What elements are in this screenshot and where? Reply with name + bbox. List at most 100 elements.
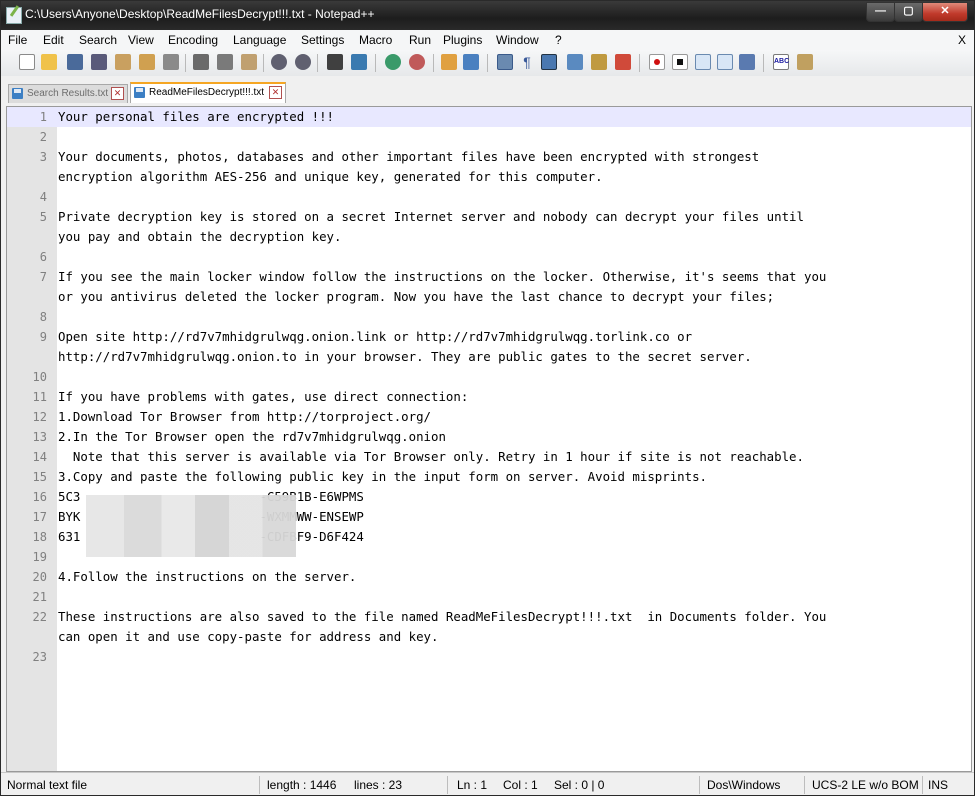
editor-line[interactable]: 12 1.Download Tor Browser from http://tor… <box>7 407 971 427</box>
replace-icon[interactable] <box>351 54 367 70</box>
line-number: 19 <box>32 550 47 564</box>
show-all-chars-icon[interactable]: ¶ <box>519 54 535 70</box>
editor-line[interactable]: 11 If you have problems with gates, use d… <box>7 387 971 407</box>
line-number: 13 <box>32 430 47 444</box>
notepadpp-window: C:\Users\Anyone\Desktop\ReadMeFilesDecry… <box>0 0 975 796</box>
minimize-button[interactable]: — <box>866 2 895 22</box>
sync-horizontal-icon[interactable] <box>463 54 479 70</box>
open-file-icon[interactable] <box>41 54 57 70</box>
editor-line[interactable]: 2 <box>7 127 971 147</box>
new-file-icon[interactable] <box>19 54 35 70</box>
copy-icon[interactable] <box>217 54 233 70</box>
record-macro-icon[interactable] <box>649 54 665 70</box>
editor-line[interactable]: 7 If you see the main locker window follo… <box>7 267 971 287</box>
editor-line[interactable]: 4 <box>7 187 971 207</box>
tab-search-results[interactable]: Search Results.txt ✕ <box>8 84 128 103</box>
indent-guide-icon[interactable] <box>541 54 557 70</box>
menu-macro[interactable]: Macro <box>359 33 392 47</box>
close-document-button[interactable]: X <box>958 33 966 47</box>
editor-line[interactable]: 20 4.Follow the instructions on the serve… <box>7 567 971 587</box>
menu-settings[interactable]: Settings <box>301 33 344 47</box>
cut-icon[interactable] <box>193 54 209 70</box>
menu-edit[interactable]: Edit <box>43 33 64 47</box>
title-bar[interactable]: C:\Users\Anyone\Desktop\ReadMeFilesDecry… <box>1 1 974 30</box>
menu-encoding[interactable]: Encoding <box>168 33 218 47</box>
close-icon[interactable] <box>115 54 131 70</box>
line-text: or you antivirus deleted the locker prog… <box>58 289 775 304</box>
save-icon[interactable] <box>67 54 83 70</box>
editor-line[interactable]: 23 <box>7 647 971 667</box>
editor-line[interactable]: encryption algorithm AES-256 and unique … <box>7 167 971 187</box>
editor-line[interactable]: 10 <box>7 367 971 387</box>
tab-readme-files-decrypt[interactable]: ReadMeFilesDecrypt!!!.txt ✕ <box>130 82 286 103</box>
tab-close-icon[interactable]: ✕ <box>111 87 124 100</box>
editor-line[interactable]: 6 <box>7 247 971 267</box>
function-list-icon[interactable] <box>591 54 607 70</box>
editor-line[interactable]: 1 Your personal files are encrypted !!! <box>7 107 971 127</box>
notepadpp-app-icon[interactable] <box>6 7 22 24</box>
editor-line[interactable]: 14 Note that this server is available vi… <box>7 447 971 467</box>
line-number: 15 <box>32 470 47 484</box>
window-controls: — ▢ ✕ <box>866 2 968 22</box>
status-bar: Normal text file length : 1446 lines : 2… <box>1 772 974 795</box>
menu-file[interactable]: File <box>8 33 27 47</box>
spell-check-options-icon[interactable] <box>797 54 813 70</box>
redo-icon[interactable] <box>295 54 311 70</box>
editor-line[interactable]: 21 <box>7 587 971 607</box>
save-all-icon[interactable] <box>91 54 107 70</box>
status-encoding: UCS-2 LE w/o BOM <box>812 778 919 792</box>
menu-window[interactable]: Window <box>496 33 539 47</box>
menu-run[interactable]: Run <box>409 33 431 47</box>
line-number: 10 <box>32 370 47 384</box>
editor-line[interactable]: 15 3.Copy and paste the following public … <box>7 467 971 487</box>
paste-icon[interactable] <box>241 54 257 70</box>
editor-line[interactable]: or you antivirus deleted the locker prog… <box>7 287 971 307</box>
line-number: 5 <box>39 210 47 224</box>
editor-content[interactable]: 1 Your personal files are encrypted !!! 2 3… <box>7 107 971 667</box>
close-button[interactable]: ✕ <box>922 2 968 22</box>
zoom-in-icon[interactable] <box>385 54 401 70</box>
spell-check-icon[interactable]: ABC <box>773 54 789 70</box>
editor-line[interactable]: 8 <box>7 307 971 327</box>
save-macro-icon[interactable] <box>739 54 755 70</box>
menu-view[interactable]: View <box>128 33 154 47</box>
play-macro-icon[interactable] <box>695 54 711 70</box>
status-column: Col : 1 <box>503 778 538 792</box>
editor-line[interactable]: 5 Private decryption key is stored on a s… <box>7 207 971 227</box>
print-icon[interactable] <box>163 54 179 70</box>
sync-vertical-icon[interactable] <box>441 54 457 70</box>
toolbar-separator <box>185 54 186 72</box>
folder-workspace-icon[interactable] <box>615 54 631 70</box>
status-length: length : 1446 <box>267 778 337 792</box>
doc-map-icon[interactable] <box>567 54 583 70</box>
editor-line[interactable]: you pay and obtain the decryption key. <box>7 227 971 247</box>
undo-icon[interactable] <box>271 54 287 70</box>
tab-close-icon[interactable]: ✕ <box>269 86 282 99</box>
menu-language[interactable]: Language <box>233 33 286 47</box>
editor-line[interactable]: can open it and use copy-paste for addre… <box>7 627 971 647</box>
find-icon[interactable] <box>327 54 343 70</box>
toolbar-separator <box>263 54 264 72</box>
line-text: http://rd7v7mhidgrulwqg.onion.to in your… <box>58 349 752 364</box>
menu-search[interactable]: Search <box>79 33 117 47</box>
editor-line[interactable]: http://rd7v7mhidgrulwqg.onion.to in your… <box>7 347 971 367</box>
toolbar-separator <box>487 54 488 72</box>
editor-line[interactable]: 13 2.In the Tor Browser open the rd7v7mhi… <box>7 427 971 447</box>
close-all-icon[interactable] <box>139 54 155 70</box>
text-editor[interactable]: 1 Your personal files are encrypted !!! 2 3… <box>6 106 972 772</box>
line-number: 4 <box>39 190 47 204</box>
line-number: 17 <box>32 510 47 524</box>
status-separator <box>922 776 923 794</box>
menu-plugins[interactable]: Plugins <box>443 33 482 47</box>
menu-help[interactable]: ? <box>555 33 562 47</box>
editor-line[interactable]: 9 Open site http://rd7v7mhidgrulwqg.onion… <box>7 327 971 347</box>
maximize-button[interactable]: ▢ <box>894 2 923 22</box>
editor-line[interactable]: 3 Your documents, photos, databases and o… <box>7 147 971 167</box>
run-macro-multiple-icon[interactable] <box>717 54 733 70</box>
word-wrap-icon[interactable] <box>497 54 513 70</box>
toolbar-separator <box>375 54 376 72</box>
status-insert-mode: INS <box>928 778 949 792</box>
zoom-out-icon[interactable] <box>409 54 425 70</box>
stop-record-icon[interactable] <box>672 54 688 70</box>
editor-line[interactable]: 22 These instructions are also saved to t… <box>7 607 971 627</box>
